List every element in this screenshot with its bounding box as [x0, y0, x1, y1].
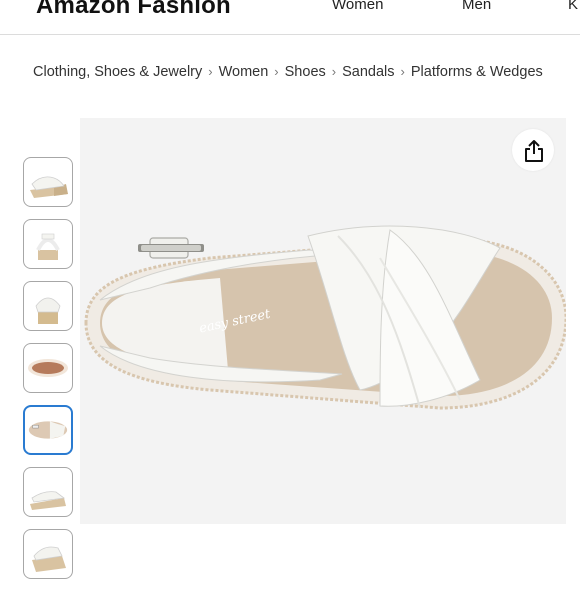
thumbnail-list	[23, 157, 75, 591]
breadcrumb-separator: ›	[274, 64, 279, 79]
sandal-back-image	[36, 233, 60, 260]
sandal-side-right-image	[30, 491, 66, 510]
breadcrumb-link[interactable]: Platforms & Wedges	[411, 64, 543, 80]
thumbnail-front[interactable]	[23, 281, 73, 331]
thumbnail-side-left[interactable]	[23, 157, 73, 207]
breadcrumb-link[interactable]: Shoes	[285, 64, 326, 80]
share-icon	[525, 140, 543, 162]
sandal-top-view: easy street	[84, 225, 566, 410]
breadcrumb: Clothing, Shoes & Jewelry › Women › Shoes › Sa…	[33, 64, 543, 80]
sandal-front-image	[35, 297, 61, 324]
breadcrumb-link[interactable]: Women	[219, 64, 269, 80]
thumbnail-side-right[interactable]	[23, 467, 73, 517]
main-product-image[interactable]: easy street	[80, 118, 566, 524]
breadcrumb-separator: ›	[208, 64, 213, 79]
breadcrumb-link[interactable]: Sandals	[342, 64, 394, 80]
breadcrumb-separator: ›	[331, 64, 337, 79]
thumbnail-top-selected[interactable]	[23, 405, 73, 455]
share-button[interactable]	[512, 129, 554, 171]
nav-women[interactable]: Women	[332, 0, 383, 13]
sandal-side-image	[30, 176, 68, 198]
top-nav-bar: Amazon Fashion Women Men K	[0, 0, 580, 35]
sandal-sole-image	[28, 359, 68, 377]
thumbnail-sole[interactable]	[23, 343, 73, 393]
thumbnail-angle[interactable]	[23, 529, 73, 579]
breadcrumb-separator: ›	[400, 64, 405, 79]
thumbnail-back[interactable]	[23, 219, 73, 269]
sandal-angle-image	[32, 546, 66, 572]
sandal-top-image	[28, 421, 68, 439]
nav-men[interactable]: Men	[462, 0, 491, 13]
nav-kids[interactable]: K	[568, 0, 578, 13]
breadcrumb-link[interactable]: Clothing, Shoes & Jewelry	[33, 64, 202, 80]
brand-logo[interactable]: Amazon Fashion	[36, 0, 231, 20]
